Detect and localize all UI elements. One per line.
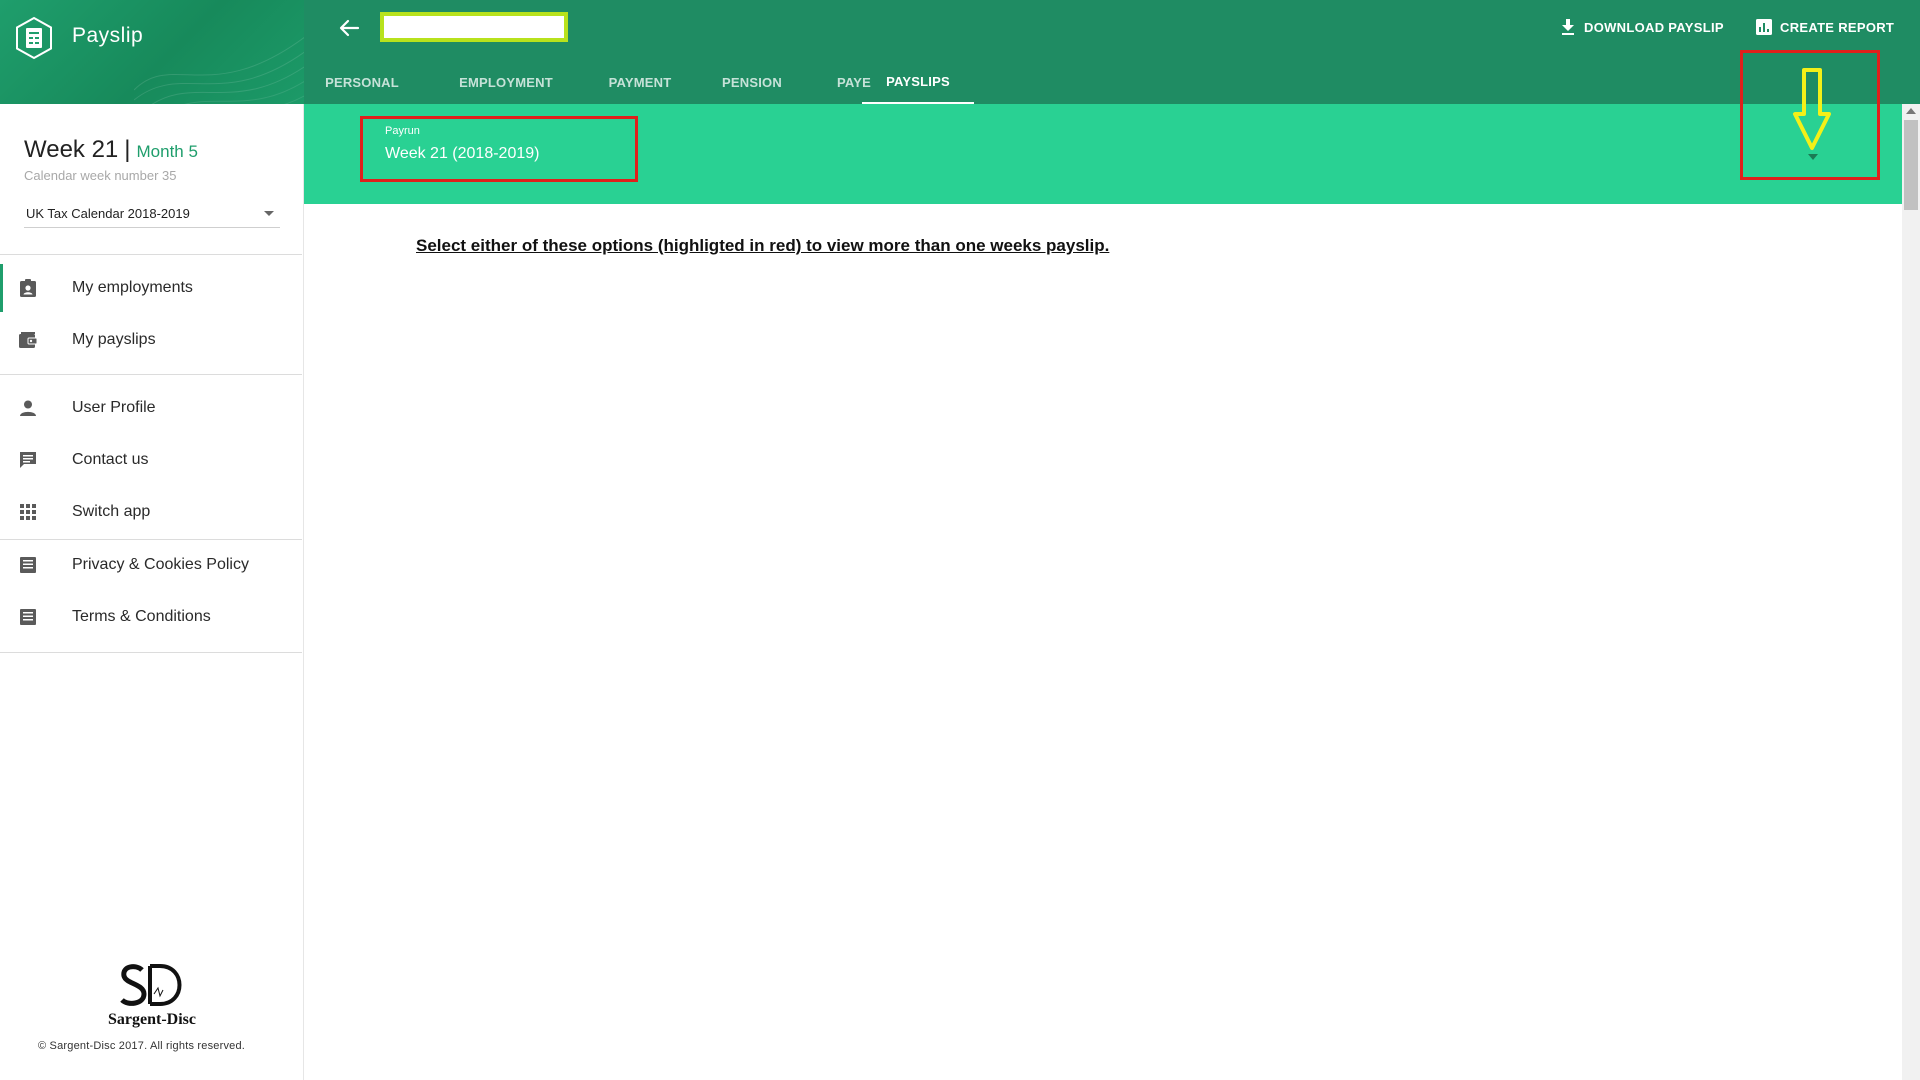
apps-grid-icon xyxy=(20,504,36,520)
calendar-week-number: Calendar week number 35 xyxy=(24,168,177,183)
create-report-label: CREATE REPORT xyxy=(1780,19,1895,35)
create-report-button[interactable]: CREATE REPORT xyxy=(1756,16,1894,38)
tab-payment[interactable]: PAYMENT xyxy=(584,60,696,104)
tax-calendar-select[interactable]: UK Tax Calendar 2018-2019 xyxy=(24,200,280,228)
sidebar-item-terms-conditions[interactable]: Terms & Conditions xyxy=(0,593,302,641)
tab-payslips[interactable]: PAYSLIPS xyxy=(862,60,974,104)
app-title: Payslip xyxy=(72,24,144,47)
pay-period-separator: | xyxy=(124,136,131,163)
sidebar-item-label: Switch app xyxy=(72,503,151,520)
sidebar-item-label: My employments xyxy=(72,279,193,296)
sidebar-item-my-payslips[interactable]: My payslips xyxy=(0,316,302,364)
pay-period-heading: Week 21 | Month 5 xyxy=(24,136,284,164)
sidebar-item-user-profile[interactable]: User Profile xyxy=(0,384,302,432)
download-icon xyxy=(1562,19,1574,35)
sidebar-divider xyxy=(0,652,302,653)
sidebar-item-contact-us[interactable]: Contact us xyxy=(0,436,302,484)
top-bar: DOWNLOAD PAYSLIP CREATE REPORT PERSONAL … xyxy=(304,0,1920,104)
pay-period-week: Week 21 xyxy=(24,136,119,163)
scroll-up-icon[interactable] xyxy=(1906,108,1916,114)
sidebar-item-label: Contact us xyxy=(72,451,149,468)
caret-down-icon[interactable] xyxy=(1808,154,1818,160)
brand-wave-decoration xyxy=(134,36,304,104)
sidebar: Payslip Week 21 | Month 5 Calendar week … xyxy=(0,0,304,1080)
employee-name-field[interactable] xyxy=(380,12,568,42)
chat-icon xyxy=(20,452,36,468)
document-icon xyxy=(20,609,36,625)
sidebar-item-my-employments[interactable]: My employments xyxy=(0,264,302,312)
scroll-thumb[interactable] xyxy=(1904,120,1918,210)
payrun-select[interactable]: Payrun Week 21 (2018-2019) xyxy=(360,116,638,182)
sidebar-item-privacy-policy[interactable]: Privacy & Cookies Policy xyxy=(0,541,302,589)
sargent-disc-logo: Sargent-Disc xyxy=(100,962,204,1034)
back-arrow-icon[interactable] xyxy=(334,16,366,40)
payrun-label: Payrun xyxy=(385,125,420,137)
wallet-icon xyxy=(19,332,38,348)
sidebar-item-label: My payslips xyxy=(72,331,156,348)
sidebar-item-label: Privacy & Cookies Policy xyxy=(72,556,249,573)
chevron-down-icon xyxy=(264,211,274,216)
tab-pension[interactable]: PENSION xyxy=(696,60,808,104)
sd-monogram-icon xyxy=(120,964,182,1006)
pay-period: Week 21 | Month 5 Calendar week number 3… xyxy=(24,136,284,183)
download-payslip-button[interactable]: DOWNLOAD PAYSLIP xyxy=(1560,16,1724,38)
tab-personal[interactable]: PERSONAL xyxy=(304,60,420,104)
sidebar-item-label: Terms & Conditions xyxy=(72,608,211,625)
person-icon xyxy=(20,400,36,416)
brand-header: Payslip xyxy=(0,0,304,104)
instruction-text: Select either of these options (highligt… xyxy=(416,236,1110,255)
tax-calendar-select-value: UK Tax Calendar 2018-2019 xyxy=(26,206,190,221)
sidebar-item-switch-app[interactable]: Switch app xyxy=(0,488,302,536)
payslip-logo-icon xyxy=(16,16,52,60)
tab-employment[interactable]: EMPLOYMENT xyxy=(444,60,568,104)
sidebar-divider xyxy=(0,374,302,375)
badge-icon xyxy=(20,279,36,297)
bar-chart-icon xyxy=(1756,19,1772,35)
copyright-text: © Sargent-Disc 2017. All rights reserved… xyxy=(38,1040,246,1052)
download-payslip-label: DOWNLOAD PAYSLIP xyxy=(1584,19,1724,35)
tab-bar: PERSONAL EMPLOYMENT PAYMENT PENSION PAYE… xyxy=(304,60,1604,104)
payrun-value: Week 21 (2018-2019) xyxy=(385,145,540,162)
document-icon xyxy=(20,557,36,573)
vertical-scrollbar[interactable] xyxy=(1902,104,1920,1080)
arrow-down-icon xyxy=(1793,68,1831,150)
sidebar-divider xyxy=(0,254,302,255)
payrun-banner: Payrun Week 21 (2018-2019) xyxy=(304,50,1902,204)
sidebar-item-label: User Profile xyxy=(72,399,156,416)
pay-period-month: Month 5 xyxy=(136,142,198,161)
sidebar-divider xyxy=(0,539,302,540)
sargent-disc-name: Sargent-Disc xyxy=(108,1011,196,1028)
